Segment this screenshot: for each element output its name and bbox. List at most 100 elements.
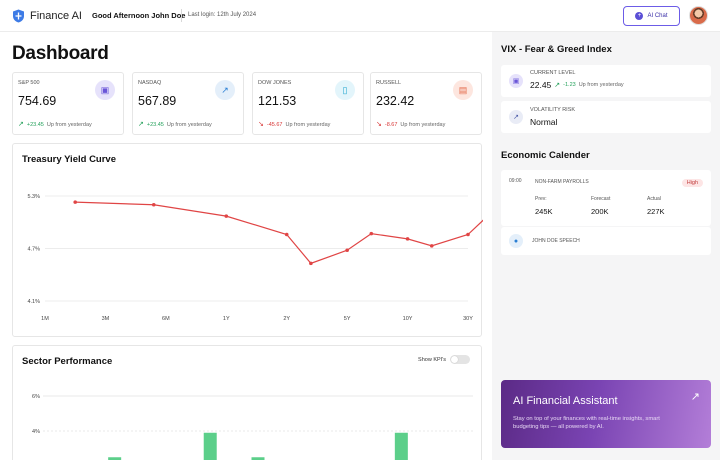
index-value: 754.69 [18,94,57,108]
y-tick-label: 4% [32,429,40,435]
x-tick-label: 1Y [223,316,230,322]
index-value: 567.89 [138,94,177,108]
trend-up-icon: ↗ [18,121,24,128]
data-point [405,237,410,241]
ai-chat-label: AI Chat [647,13,668,19]
x-tick-label: 3M [102,316,110,322]
change-value: -8.67 [384,121,398,128]
x-tick-label: 30Y [463,316,473,322]
x-tick-label: 2Y [283,316,290,322]
app-logo[interactable]: Finance AI [12,9,82,23]
change-period: Up from yesterday [166,121,212,128]
x-tick-label: 10Y [403,316,413,322]
volatility-risk-card: ↗ VOLATILITY RISK Normal [501,101,711,133]
bar [203,432,217,460]
index-value: 232.42 [376,94,415,108]
trend-icon: ↗ [509,110,523,124]
change-period: Up from yesterday [285,121,331,128]
data-point [309,261,313,266]
index-card-sp500[interactable]: S&P 500 754.69 ▣ ↗ +23.45 Up from yester… [12,72,124,135]
sector-performance-card: Sector Performance Show KPI's 6%4%2% [12,345,482,460]
current-level-period: Up from yesterday [578,82,624,88]
forecast-label: Forecast [591,196,611,202]
data-point [224,214,229,218]
trend-down-icon: ↘ [258,121,264,128]
actual-label: Actual [647,196,661,202]
x-tick-label: 6M [162,316,170,322]
y-tick-label: 4.1% [27,299,40,305]
trend-down-icon: ↘ [376,121,382,128]
document-icon: ▯ [335,80,355,100]
header-divider [181,9,182,22]
current-level-row: 22.45 ↗ -1.23 Up from yesterday [530,80,624,90]
shield-logo-icon [13,9,24,23]
calendar-event-speech[interactable]: ● JOHN DOE SPEECH [501,227,711,255]
event-time: 09:00 [509,178,522,184]
change-value: -45.67 [266,121,283,128]
current-level-label: CURRENT LEVEL [530,70,576,76]
x-tick-label: 5Y [344,316,351,322]
index-change: ↗ +23.45 Up from yesterday [138,121,212,128]
index-card-dow-jones[interactable]: DOW JONES 121.53 ▯ ↘ -45.67 Up from yest… [252,72,364,135]
arrow-up-right-icon: ↗ [690,391,700,403]
impact-badge: High [681,179,703,187]
greeting-text: Good Afternoon John Doe [92,11,186,20]
actual-value: 227K [647,207,665,216]
index-name: NASDAQ [138,80,162,86]
trend-icon: ↗ [215,80,235,100]
page-title: Dashboard [12,43,109,64]
data-point [345,248,349,253]
current-level-change: -1.23 [563,82,576,88]
assistant-title: AI Financial Assistant [513,395,618,407]
trend-up-icon: ↗ [554,81,561,89]
chart-icon: ▣ [95,80,115,100]
user-avatar[interactable] [689,6,708,25]
change-value: +23.45 [26,121,44,128]
index-change: ↘ -8.67 Up from yesterday [376,121,445,128]
prev-label: Prev: [535,196,547,202]
data-point [466,232,470,237]
index-change: ↘ -45.67 Up from yesterday [258,121,330,128]
change-period: Up from yesterday [46,121,92,128]
event-name: JOHN DOE SPEECH [532,238,580,244]
volatility-risk-label: VOLATILITY RISK [530,107,576,113]
chart-icon: ▣ [509,74,523,88]
index-value: 121.53 [258,94,297,108]
bar [394,432,408,460]
forecast-value: 200K [591,207,609,216]
change-value: +23.45 [146,121,164,128]
speech-bubble-icon: ● [509,234,523,248]
sector-performance-chart: 6%4%2% [32,394,473,460]
index-name: DOW JONES [258,80,292,86]
event-name: NON-FARM PAYROLLS [535,179,589,185]
data-point [369,231,374,236]
calendar-event-payrolls[interactable]: 09:00 NON-FARM PAYROLLS High Prev: 245K … [501,170,711,226]
ai-chat-button[interactable]: + AI Chat [623,6,680,26]
data-point [151,202,156,207]
treasury-yield-card: Treasury Yield Curve 5.3% 4.7% 4.1% 1M 3M 6M 1… [12,143,483,337]
index-card-nasdaq[interactable]: NASDAQ 567.89 ↗ ↗ +23.45 Up from yesterd… [132,72,244,135]
assistant-description: Stay on top of your finances with real-t… [513,416,660,430]
y-tick-label: 5.3% [27,194,40,200]
ai-assistant-banner[interactable]: AI Financial Assistant Stay on top of yo… [501,380,711,448]
current-level-value: 22.45 [530,80,552,90]
volatility-risk-value: Normal [530,117,558,127]
main-content: Dashboard S&P 500 754.69 ▣ ↗ +23.45 Up f… [0,32,490,460]
vix-title: VIX - Fear & Greed Index [501,44,612,55]
index-change: ↗ +23.45 Up from yesterday [18,121,92,128]
data-point [284,232,289,237]
change-period: Up from yesterday [400,121,446,128]
last-login-text: Last login: 12th July 2024 [188,12,257,18]
treasury-yield-chart: 5.3% 4.7% 4.1% 1M 3M 6M 1Y 2Y 5Y 10Y 30Y [27,194,483,322]
index-name: S&P 500 [18,80,40,86]
briefcase-icon: ▤ [453,80,473,100]
index-card-russell[interactable]: RUSSELL 232.42 ▤ ↘ -8.67 Up from yesterd… [370,72,482,135]
current-level-card: ▣ CURRENT LEVEL 22.45 ↗ -1.23 Up from ye… [501,65,711,97]
data-point [73,200,78,204]
x-tick-label: 1M [41,316,49,322]
y-tick-label: 4.7% [27,247,40,253]
right-panel: VIX - Fear & Greed Index ▣ CURRENT LEVEL… [492,32,720,460]
y-tick-label: 6% [32,394,40,400]
trend-up-icon: ↗ [138,121,144,128]
plus-icon: + [635,12,644,20]
